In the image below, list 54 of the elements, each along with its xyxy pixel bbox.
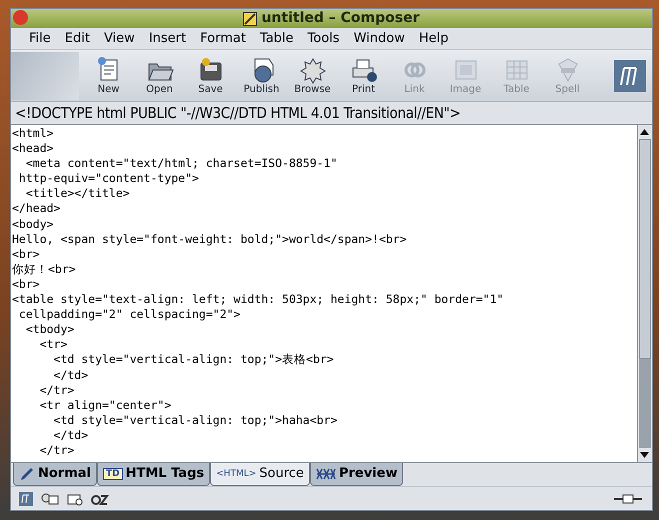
code-line: <tr> [38, 337, 68, 352]
figures-icon [316, 468, 336, 480]
composer-icon [243, 12, 258, 26]
close-button[interactable] [13, 10, 28, 25]
mode-tab[interactable]: Normal [13, 463, 97, 486]
menu-item[interactable]: Edit [64, 28, 90, 48]
code-line: <br> [11, 246, 40, 262]
code-line: http-equiv="content-type"> [18, 171, 199, 186]
scrollbar[interactable] [637, 125, 652, 462]
doctype-text: <!DOCTYPE html PUBLIC "-//W3C//DTD HTML 4.01 Transitional//EN"> [14, 102, 462, 124]
window-title: untitled – Composer [261, 9, 420, 28]
code-line: <table style="text-align: left; width: 503px; height: 58px;" border="1" [11, 292, 504, 308]
menu-item[interactable]: Format [200, 28, 246, 48]
code-line: cellpadding="2" cellspacing="2"> [18, 307, 240, 322]
code-line: <tr align="center"> [38, 398, 172, 413]
toolbar-button[interactable]: Publish [236, 56, 287, 96]
toolbar-button[interactable]: Browse [287, 56, 338, 96]
code-line: 你好！<br> [11, 262, 76, 277]
menu-item[interactable]: View [104, 28, 135, 48]
code-line: <html> [11, 126, 54, 142]
code-line: <td style="vertical-align: top;">表格<br> [52, 352, 334, 368]
pen-icon [19, 467, 35, 481]
code-line: <body> [11, 216, 54, 232]
code-line: </td> [52, 428, 88, 443]
code-line: <head> [11, 141, 54, 156]
code-line: <br> [11, 276, 40, 292]
code-line: <tbody> [24, 322, 74, 338]
toolbar-button[interactable]: New [83, 56, 134, 96]
menu-item[interactable]: Window [354, 28, 405, 48]
menu-item[interactable]: Insert [148, 28, 186, 48]
toolbar-button[interactable]: Print [338, 56, 389, 96]
logo-background [11, 52, 79, 100]
toolbar-button[interactable]: Open [134, 56, 185, 96]
mode-tab[interactable]: TD HTML Tags [97, 463, 210, 486]
code-line: </tr> [38, 382, 74, 398]
code-line: </head> [11, 201, 60, 217]
toolbar-button[interactable]: Save [185, 56, 236, 96]
code-line: <td style="vertical-align: top;">haha<br> [52, 412, 338, 428]
menu-item[interactable]: File [29, 28, 51, 48]
browse-icon [298, 56, 328, 84]
menu-item[interactable]: Tools [308, 28, 340, 48]
code-line: <meta content="text/html; charset=ISO-8859-1" [24, 156, 338, 172]
code-line: <title></title> [24, 186, 130, 202]
scroll-thumb[interactable] [639, 139, 651, 359]
code-line: </tr> [38, 442, 74, 458]
code-line: Hello, <span style="font-weight: bold;">world</span>!<br> [11, 232, 407, 247]
connection-icon [614, 492, 642, 504]
menu-item[interactable]: Table [260, 28, 294, 48]
code-line: </td> [52, 368, 88, 383]
mode-tab[interactable]: <HTML> Source [210, 463, 310, 486]
mode-tab[interactable]: Preview [310, 463, 404, 486]
m-icon[interactable] [19, 492, 33, 506]
menu-item[interactable]: Help [418, 28, 448, 48]
m-logo-icon [614, 60, 646, 92]
